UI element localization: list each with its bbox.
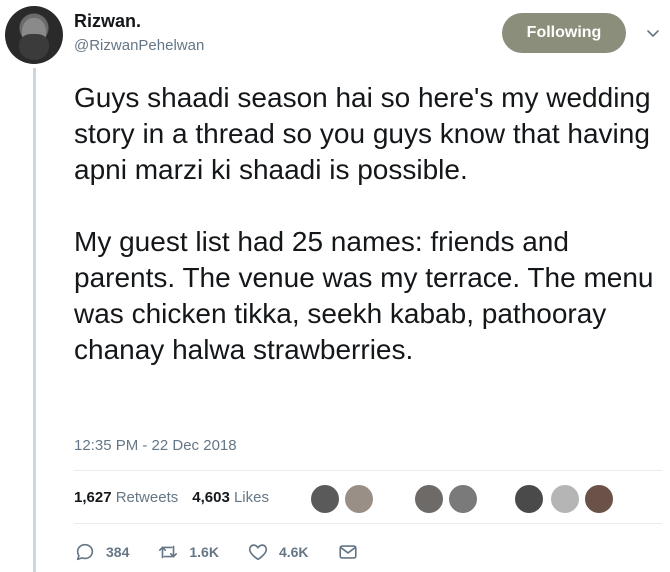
reply-icon [76, 543, 94, 561]
tweet-actions: 384 1.6K 4.6K [74, 541, 387, 563]
liker-avatars [310, 484, 650, 516]
liker-avatar[interactable] [584, 484, 614, 514]
reply-button[interactable]: 384 [74, 541, 129, 563]
likes-stat[interactable]: 4,603 Likes [192, 489, 269, 506]
retweet-icon [159, 545, 178, 559]
avatar-beard [19, 34, 49, 60]
author-handle[interactable]: @RizwanPehelwan [74, 37, 204, 54]
likes-label: Likes [233, 489, 269, 506]
liker-avatar[interactable] [514, 484, 544, 514]
retweets-label: Retweets [115, 489, 179, 506]
envelope-icon [338, 545, 357, 559]
chevron-down-icon[interactable] [645, 25, 661, 41]
following-button[interactable]: Following [502, 13, 626, 53]
direct-message-button[interactable] [337, 541, 359, 563]
divider-top [74, 470, 662, 471]
engagement-stats: 1,627 Retweets 4,603 Likes [74, 489, 269, 506]
like-button[interactable]: 4.6K [247, 541, 309, 563]
heart-icon [248, 544, 268, 561]
liker-avatar[interactable] [448, 484, 478, 514]
author-avatar[interactable] [5, 6, 63, 64]
reply-count: 384 [106, 544, 130, 560]
liker-avatar[interactable] [414, 484, 444, 514]
like-count: 4.6K [278, 544, 309, 560]
liker-avatar[interactable] [310, 484, 340, 514]
liker-avatar[interactable] [550, 484, 580, 514]
tweet-text: Guys shaadi season hai so here's my wedd… [74, 80, 664, 404]
divider-bottom [74, 523, 662, 524]
tweet-paragraph-1: Guys shaadi season hai so here's my wedd… [74, 82, 651, 185]
retweet-button[interactable]: 1.6K [157, 541, 219, 563]
retweet-count: 1.6K [189, 544, 219, 560]
tweet-paragraph-2: My guest list had 25 names: friends and … [74, 226, 654, 365]
tweet-timestamp[interactable]: 12:35 PM - 22 Dec 2018 [74, 437, 237, 454]
retweets-count: 1,627 [74, 489, 112, 506]
thread-connector-line [33, 68, 36, 572]
likes-count: 4,603 [192, 489, 230, 506]
liker-avatar[interactable] [344, 484, 374, 514]
retweets-stat[interactable]: 1,627 Retweets [74, 489, 178, 506]
author-name[interactable]: Rizwan. [74, 11, 141, 32]
